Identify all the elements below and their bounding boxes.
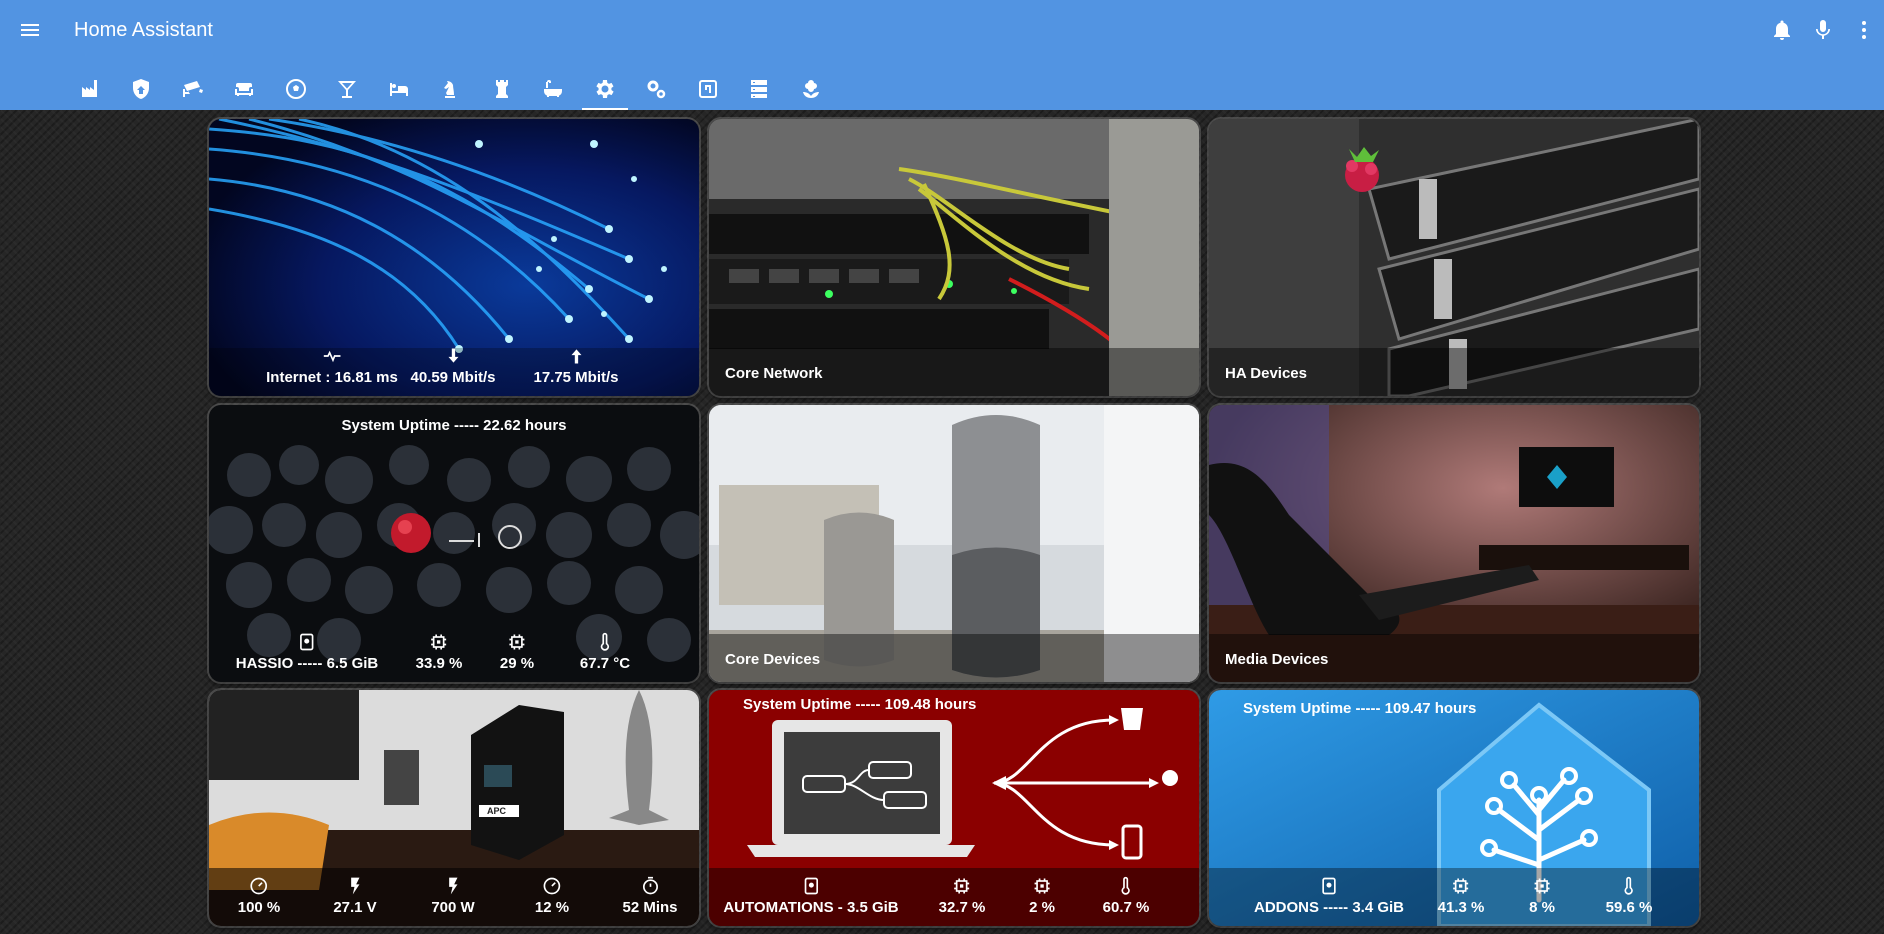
harddisk-icon	[801, 876, 821, 896]
stat-temperature: 60.7 %	[1103, 876, 1149, 916]
ha-devices-card[interactable]: HA Devices	[1209, 119, 1699, 396]
gauge-icon	[249, 876, 269, 896]
stat-cpu-load: 29 %	[500, 632, 534, 672]
harddisk-icon	[1319, 876, 1339, 896]
settings-icon	[596, 80, 614, 98]
addons-card[interactable]: System Uptime ----- 109.47 hours ADDONS …	[1209, 690, 1699, 926]
arrow-up-icon	[566, 346, 586, 366]
tab-server[interactable]	[734, 68, 786, 110]
uptime-label: System Uptime ----- 109.48 hours	[743, 696, 977, 713]
ups-card[interactable]: APC 100 % 27.1 V 700 W 12 % 52 Mins	[209, 690, 699, 926]
tab-sports[interactable]	[270, 68, 322, 110]
cogs-icon	[647, 80, 666, 99]
app-header: Home Assistant	[0, 0, 1884, 110]
server-icon	[751, 80, 768, 98]
harddisk-icon	[297, 632, 317, 652]
tab-game-room[interactable]	[425, 68, 477, 110]
stat-memory: AUTOMATIONS - 3.5 GiB	[723, 876, 899, 916]
gauge-icon	[542, 876, 562, 896]
stat-cpu-load: 8 %	[1529, 876, 1555, 916]
card-title: Core Network	[725, 365, 823, 382]
sofa-icon	[235, 83, 254, 96]
cpu-icon	[1532, 876, 1552, 896]
automations-card[interactable]: System Uptime ----- 109.48 hours AUTOMAT…	[709, 690, 1199, 926]
bathtub-icon	[544, 80, 563, 97]
media-devices-card[interactable]: Media Devices	[1209, 405, 1699, 682]
nfc-icon	[698, 80, 717, 98]
stat-battery: 100 %	[238, 876, 280, 916]
bell-icon[interactable]	[1770, 18, 1794, 42]
stat-cpu: 33.9 %	[416, 632, 462, 672]
stat-ping: Internet : 16.81 ms	[266, 346, 398, 386]
stat-load: 12 %	[535, 876, 569, 916]
core-network-card[interactable]: Core Network	[709, 119, 1199, 396]
stat-voltage: 27.1 V	[333, 876, 377, 916]
cpu-icon	[1032, 876, 1052, 896]
view-tabs	[64, 68, 837, 110]
stat-runtime: 52 Mins	[622, 876, 678, 916]
timer-icon	[640, 876, 660, 896]
tab-nfc[interactable]	[682, 68, 734, 110]
stat-temperature: 67.7 °C	[580, 632, 630, 672]
uptime-label: System Uptime ----- 22.62 hours	[341, 417, 567, 434]
cpu-icon	[429, 632, 449, 652]
thermometer-icon	[1619, 876, 1639, 896]
card-title: Core Devices	[725, 651, 821, 668]
cpu-icon	[1451, 876, 1471, 896]
stat-cpu: 32.7 %	[939, 876, 985, 916]
uptime-label: System Uptime ----- 109.47 hours	[1243, 700, 1477, 717]
thermometer-icon	[1116, 876, 1136, 896]
bed-icon	[389, 83, 408, 96]
chess-knight-icon	[444, 81, 456, 98]
tab-bathroom[interactable]	[528, 68, 580, 110]
tab-bedroom[interactable]	[373, 68, 425, 110]
stat-memory: ADDONS ----- 3.4 GiB	[1254, 876, 1404, 916]
tab-factory[interactable]	[64, 68, 116, 110]
svg-text:APC: APC	[487, 806, 507, 816]
flower-icon	[802, 80, 819, 98]
cpu-icon	[952, 876, 972, 896]
stat-cpu-load: 2 %	[1029, 876, 1055, 916]
flash-icon	[443, 876, 463, 896]
stat-download: 40.59 Mbit/s	[410, 346, 496, 386]
soccer-icon	[285, 79, 306, 99]
flash-icon	[345, 876, 365, 896]
tab-garden[interactable]	[785, 68, 837, 110]
card-title: HA Devices	[1225, 365, 1307, 382]
tab-system[interactable]	[631, 68, 683, 110]
pulse-icon	[322, 346, 342, 366]
tab-security[interactable]	[116, 68, 168, 110]
tab-settings[interactable]	[579, 68, 631, 110]
tab-cctv[interactable]	[167, 68, 219, 110]
stat-temperature: 59.6 %	[1606, 876, 1652, 916]
tab-living-room[interactable]	[219, 68, 271, 110]
core-devices-card[interactable]: Core Devices	[709, 405, 1199, 682]
cctv-icon	[182, 81, 203, 97]
more-vertical-icon[interactable]	[1852, 18, 1876, 42]
stat-upload: 17.75 Mbit/s	[533, 346, 619, 386]
cpu-icon	[507, 632, 527, 652]
card-title: Media Devices	[1225, 651, 1329, 668]
internet-card[interactable]: Internet : 16.81 ms 40.59 Mbit/s 17.75 M…	[209, 119, 699, 396]
stat-power: 700 W	[431, 876, 475, 916]
thermometer-icon	[595, 632, 615, 652]
tab-bar[interactable]	[322, 68, 374, 110]
factory-icon	[81, 80, 97, 97]
chess-rook-icon	[495, 80, 508, 98]
glass-cocktail-icon	[338, 81, 357, 98]
hassio-card[interactable]: System Uptime ----- 22.62 hours HASSIO -…	[209, 405, 699, 682]
stat-cpu: 41.3 %	[1438, 876, 1484, 916]
menu-icon[interactable]	[18, 18, 42, 42]
shield-home-icon	[133, 79, 150, 99]
page-title: Home Assistant	[74, 19, 213, 41]
arrow-down-icon	[443, 346, 463, 366]
microphone-icon[interactable]	[1811, 18, 1835, 42]
tab-castle[interactable]	[476, 68, 528, 110]
stat-memory: HASSIO ----- 6.5 GiB	[236, 632, 378, 672]
